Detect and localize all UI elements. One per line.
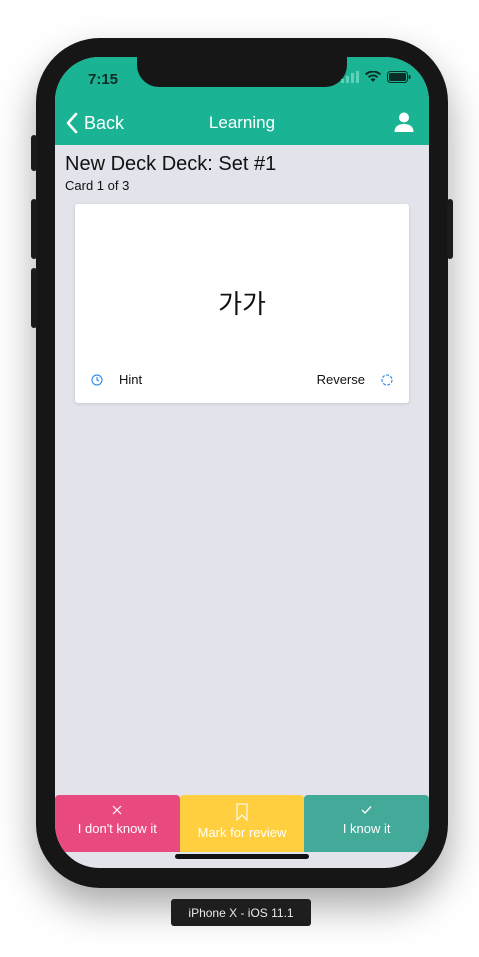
signal-icon [341,71,359,83]
battery-icon [387,71,411,83]
refresh-icon [381,373,393,386]
notch [137,57,347,87]
hint-button[interactable]: Hint [91,372,142,387]
dont-know-label: I don't know it [77,821,157,836]
mark-review-label: Mark for review [197,825,287,840]
side-button-volume-down [31,268,37,328]
check-icon [361,806,372,814]
reverse-label: Reverse [316,372,365,387]
status-icons [341,71,411,83]
bookmark-icon [236,803,248,821]
wifi-icon [365,71,381,82]
know-button[interactable]: I know it [304,795,429,852]
user-icon [394,112,414,132]
device-label: iPhone X - iOS 11.1 [171,899,311,926]
card-counter: Card 1 of 3 [65,178,130,193]
know-label: I know it [342,821,391,836]
flashcard[interactable]: 가가 Hint Reverse [75,204,409,403]
side-button-power [447,199,453,259]
deck-title: New Deck Deck: Set #1 [65,153,277,175]
page-title: Learning [208,113,276,132]
app-screen: 7:15 Back Learning New Deck Deck: Set #1… [55,57,429,868]
header-bar: 7:15 Back Learning [55,57,429,145]
status-time: 7:15 [88,71,119,88]
profile-button[interactable] [393,111,415,138]
mark-review-button[interactable]: Mark for review [179,795,305,852]
dont-know-button[interactable]: I don't know it [55,795,180,852]
answer-actions: I don't know it Mark for review I know i… [55,795,429,852]
side-button-mute [31,135,37,171]
home-indicator [175,854,309,859]
card-word: 가가 [218,290,266,320]
hint-label: Hint [119,372,143,387]
close-icon [112,805,122,815]
clock-icon [91,373,103,386]
reverse-button[interactable]: Reverse [317,372,393,387]
side-button-volume-up [31,199,37,259]
